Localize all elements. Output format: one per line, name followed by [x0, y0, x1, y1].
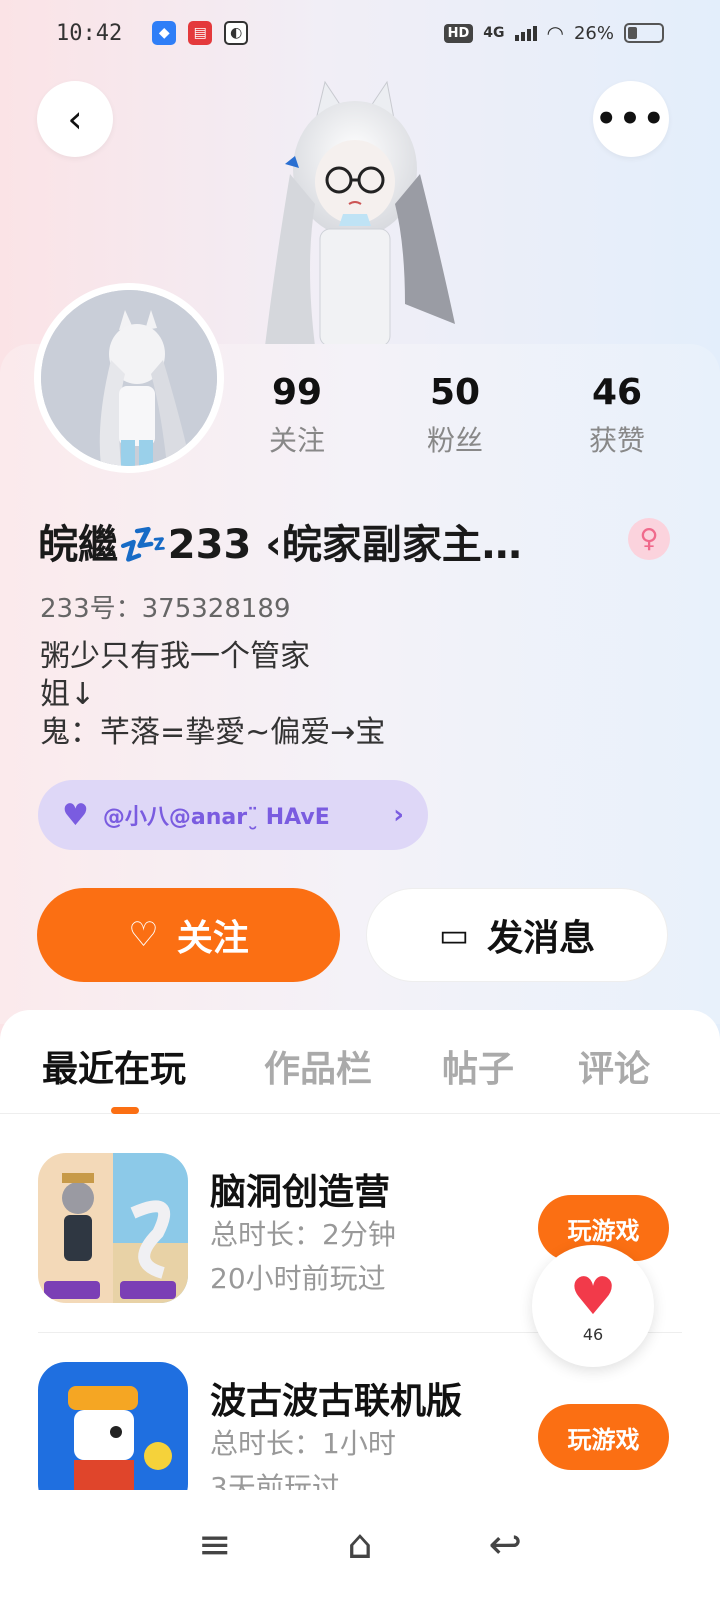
tab-works[interactable]: 作品栏	[264, 1040, 372, 1092]
user-id: 233号：375328189	[40, 594, 291, 624]
tab-indicator	[111, 1107, 139, 1114]
following-count: 99	[271, 372, 323, 413]
game-icon	[38, 1362, 188, 1490]
tab-recently-played[interactable]: 最近在玩	[42, 1040, 186, 1092]
relationship-tag-text: @小八@anar¨̮ HAvE	[102, 805, 330, 830]
follow-button-label: 关注	[176, 918, 249, 959]
home-icon[interactable]: ⌂	[347, 1522, 372, 1568]
chat-bubble-icon: ▭	[438, 916, 470, 954]
wifi-icon: ◠	[546, 21, 564, 45]
battery-icon	[624, 23, 664, 43]
menu-icon[interactable]: ≡	[198, 1522, 232, 1568]
game-list-item[interactable]: 波古波古联机版 总时长：1小时 3天前玩过 玩游戏	[0, 1362, 720, 1490]
followers-count: 50	[429, 372, 481, 413]
likes-label: 获赞	[588, 424, 645, 457]
play-game-button[interactable]: 玩游戏	[538, 1404, 669, 1470]
status-time: 10:42	[56, 20, 123, 46]
battery-percent: 26%	[573, 22, 614, 44]
game-duration: 总时长：1小时	[210, 1427, 396, 1460]
tab-posts[interactable]: 帖子	[442, 1040, 514, 1092]
following-label: 关注	[268, 424, 325, 457]
heart-icon: ♥	[569, 1266, 617, 1327]
hd-badge: HD	[443, 23, 474, 43]
more-button[interactable]: •••	[593, 81, 669, 157]
game-title: 脑洞创造营	[210, 1172, 391, 1213]
back-button[interactable]: ‹	[37, 81, 113, 157]
tab-comments[interactable]: 评论	[578, 1040, 650, 1092]
game-icon	[38, 1153, 188, 1303]
baidu-app-icon: ◆	[152, 21, 177, 45]
nickname: 皖繼💤233 ‹皖家副家主…	[38, 522, 522, 568]
chevron-left-icon: ‹	[67, 97, 83, 141]
planet-app-icon: ◐	[224, 21, 249, 45]
floating-like-button[interactable]: ♥ 46	[532, 1245, 654, 1367]
more-dots-icon: •••	[595, 99, 667, 139]
like-count: 46	[582, 1324, 604, 1344]
stat-followers[interactable]: 50 粉丝	[390, 372, 520, 459]
chevron-right-icon: ›	[393, 800, 404, 830]
stat-following[interactable]: 99 关注	[232, 372, 362, 459]
stat-likes[interactable]: 46 获赞	[552, 372, 682, 459]
network-type: 4G	[483, 25, 505, 41]
avatar[interactable]	[34, 283, 224, 473]
heart-icon: ♥	[62, 797, 89, 833]
relationship-tag[interactable]: ♥ @小八@anar¨̮ HAvE ›	[38, 780, 428, 850]
bio: 粥少只有我一个管家 姐↓ 鬼：芊落=挚愛~偏爱→宝	[40, 638, 385, 752]
followers-label: 粉丝	[426, 424, 483, 457]
message-button-label: 发消息	[487, 918, 596, 959]
back-icon[interactable]: ↩	[489, 1522, 523, 1568]
bio-line: 鬼：芊落=挚愛~偏爱→宝	[40, 715, 386, 750]
bio-line: 姐↓	[40, 677, 96, 712]
tab-bar: 最近在玩 作品栏 帖子 评论	[0, 1010, 720, 1114]
bio-line: 粥少只有我一个管家	[40, 639, 310, 674]
heart-plus-icon: ♡	[128, 915, 159, 955]
game-title: 波古波古联机版	[210, 1381, 463, 1422]
likes-count: 46	[591, 372, 643, 413]
shopping-app-icon: ▤	[188, 21, 213, 45]
hero-character-image	[245, 64, 465, 346]
game-duration: 总时长：2分钟	[210, 1218, 396, 1251]
signal-icon	[514, 25, 537, 41]
follow-button[interactable]: ♡ 关注	[37, 888, 340, 982]
status-bar: 10:42 ◆ ▤ ◐ HD 4G ◠ 26%	[0, 0, 720, 66]
female-gender-icon: ♀	[628, 518, 670, 560]
game-last-played: 3天前玩过	[210, 1471, 340, 1490]
game-last-played: 20小时前玩过	[210, 1262, 386, 1295]
message-button[interactable]: ▭ 发消息	[366, 888, 668, 982]
system-nav-bar: ≡ ⌂ ↩	[0, 1490, 720, 1600]
